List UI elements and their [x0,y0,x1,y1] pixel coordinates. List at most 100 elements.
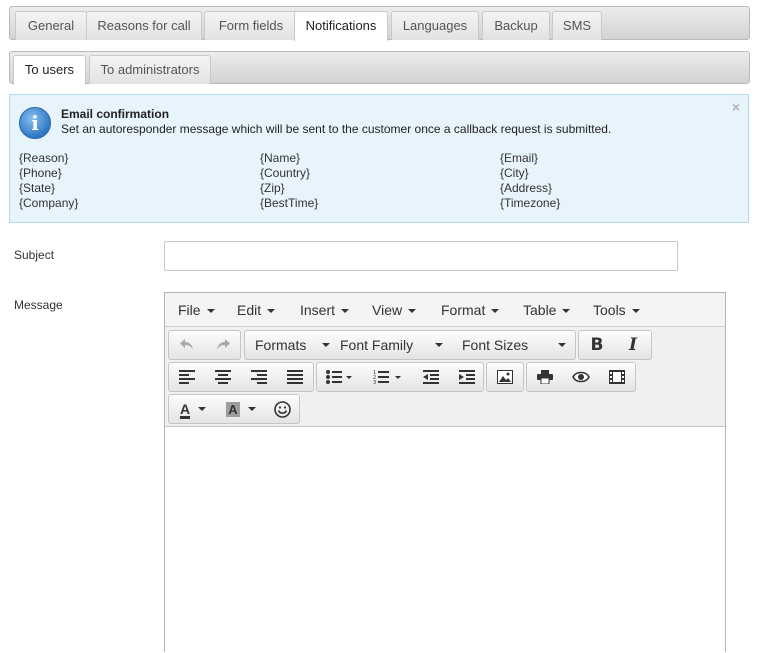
italic-button[interactable]: I [615,331,651,359]
menu-table[interactable]: Table [523,302,571,318]
tab-languages[interactable]: Languages [391,11,479,40]
sub-tab-bar: To users To administrators [9,51,750,85]
info-description: Set an autoresponder message which will … [61,122,612,136]
color-group: A A [168,394,300,424]
placeholder-tag: {Address} [500,181,553,195]
menu-table-label: Table [523,302,557,318]
bold-button[interactable]: B [579,331,615,359]
info-box: i Email confirmation Set an autoresponde… [9,94,749,223]
align-justify-icon [287,370,303,384]
placeholder-tag: {Phone} [19,166,62,180]
menu-view-label: View [372,302,403,318]
tab-sms[interactable]: SMS [552,11,602,40]
message-label: Message [14,298,63,312]
outdent-button[interactable] [413,363,449,391]
alignment-group [168,362,314,392]
align-center-icon [215,370,231,384]
emoticons-button[interactable] [265,395,299,423]
tools-group [526,362,636,392]
insert-media-button[interactable] [599,363,635,391]
font-group: Formats Font Family Font Sizes [244,330,576,360]
placeholder-tag: {Name} [260,151,301,165]
menu-tools-label: Tools [593,302,626,318]
close-icon[interactable]: × [732,99,740,115]
indent-icon [459,370,475,384]
placeholder-tag: {State} [19,181,56,195]
menu-insert[interactable]: Insert [300,302,350,318]
align-right-icon [251,370,267,384]
main-tab-bar: General Reasons for call Form fields Not… [9,6,750,41]
chevron-down-icon [206,309,215,314]
numbered-list-icon: 123 [373,370,401,385]
menu-insert-label: Insert [300,302,336,318]
print-button[interactable] [527,363,563,391]
menu-tools[interactable]: Tools [593,302,640,318]
subject-input[interactable] [164,241,678,271]
bullet-list-icon [326,370,352,384]
numbered-list-button[interactable]: 123 [363,363,413,391]
menu-edit[interactable]: Edit [237,302,276,318]
tab-reasons-for-call[interactable]: Reasons for call [86,11,202,40]
menu-format[interactable]: Format [441,302,500,318]
undo-button[interactable] [169,331,205,359]
media-icon [609,370,625,384]
chevron-down-icon [562,309,571,314]
text-color-button[interactable]: A [169,395,217,423]
placeholder-tag: {Company} [19,196,79,210]
chevron-down-icon [491,309,500,314]
menu-view[interactable]: View [372,302,417,318]
print-icon [537,370,553,384]
align-left-button[interactable] [169,363,205,391]
chevron-down-icon [631,309,640,314]
history-group [168,330,241,360]
chevron-down-icon [558,343,566,347]
font-family-dropdown[interactable]: Font Family [340,331,450,359]
align-right-button[interactable] [241,363,277,391]
chevron-down-icon [322,343,330,347]
align-center-button[interactable] [205,363,241,391]
indent-button[interactable] [449,363,485,391]
placeholder-tag: {Timezone} [500,196,561,210]
tab-to-users[interactable]: To users [13,55,86,85]
placeholder-tag: {Zip} [260,181,285,195]
chevron-down-icon [408,309,417,314]
editor-content-area[interactable] [165,427,725,653]
font-family-label: Font Family [340,337,414,353]
menu-file[interactable]: File [178,302,215,318]
image-icon [497,370,513,384]
bullet-list-button[interactable] [317,363,363,391]
chevron-down-icon [435,343,443,347]
tab-form-fields[interactable]: Form fields [204,11,298,40]
insert-group [486,362,524,392]
preview-button[interactable] [563,363,599,391]
menu-file-label: File [178,302,201,318]
insert-image-button[interactable] [487,363,523,391]
placeholder-tag: {Country} [260,166,311,180]
menu-format-label: Format [441,302,486,318]
chevron-down-icon [341,309,350,314]
menu-edit-label: Edit [237,302,262,318]
subject-label: Subject [14,248,55,262]
font-sizes-dropdown[interactable]: Font Sizes [462,331,572,359]
redo-icon [217,339,230,350]
align-left-icon [179,370,195,384]
redo-button[interactable] [205,331,241,359]
background-color-button[interactable]: A [217,395,265,423]
list-group: 123 [316,362,484,392]
justify-button[interactable] [277,363,313,391]
chevron-down-icon [198,407,207,411]
background-color-icon: A [226,401,240,417]
tab-to-administrators[interactable]: To administrators [89,55,211,84]
smiley-icon [273,400,291,418]
tab-notifications[interactable]: Notifications [294,11,388,41]
placeholder-tag: {City} [500,166,529,180]
formats-dropdown[interactable]: Formats [255,331,331,359]
chevron-down-icon [267,309,276,314]
text-color-icon: A [179,401,191,417]
placeholder-tag: {Reason} [19,151,69,165]
chevron-down-icon [247,407,256,411]
tab-backup[interactable]: Backup [482,11,550,40]
editor-menubar: File Edit Insert View Format Table Tools [165,293,725,327]
rich-text-editor: File Edit Insert View Format Table Tools… [164,292,726,653]
tab-general[interactable]: General [15,11,87,40]
